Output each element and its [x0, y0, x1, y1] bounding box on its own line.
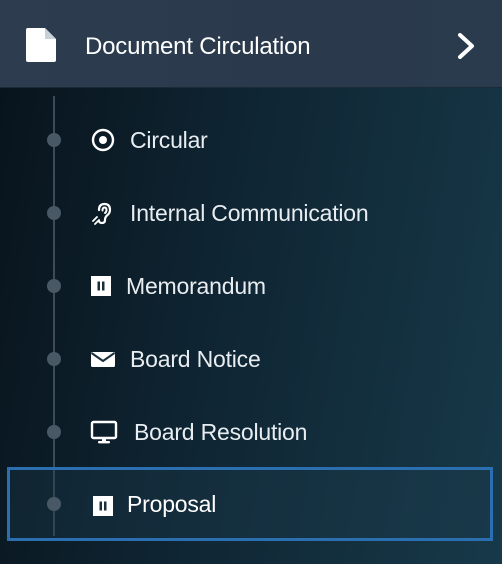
tree-node-dot [47, 497, 61, 511]
tree-node-dot [47, 133, 61, 147]
tree-node-dot [47, 352, 61, 366]
menu-item-label: Circular [130, 127, 208, 153]
tree-node-dot [47, 279, 61, 293]
menu-item-label: Internal Communication [130, 200, 369, 226]
section-title: Document Circulation [85, 33, 311, 60]
sidebar-menu: Document Circulation Circular Internal C… [0, 0, 502, 564]
monitor-icon [90, 420, 118, 444]
menu-item-label: Board Resolution [134, 419, 308, 445]
envelope-icon [90, 352, 116, 367]
radio-target-icon [91, 128, 115, 152]
menu-item-label: Proposal [127, 491, 217, 517]
menu-item-board-resolution[interactable]: Board Resolution [0, 401, 502, 461]
tree-node-dot [47, 206, 61, 220]
document-circulation-header[interactable]: Document Circulation [0, 0, 502, 88]
document-icon [26, 28, 56, 62]
hearing-icon [92, 202, 112, 225]
menu-item-proposal[interactable]: Proposal [7, 467, 493, 541]
pause-square-icon [91, 276, 111, 296]
chevron-right-icon[interactable] [455, 33, 477, 59]
pause-square-icon [93, 496, 113, 516]
menu-item-internal-communication[interactable]: Internal Communication [0, 182, 502, 242]
menu-item-memorandum[interactable]: Memorandum [0, 255, 502, 315]
menu-item-label: Memorandum [126, 273, 266, 299]
menu-item-label: Board Notice [130, 346, 261, 372]
menu-item-circular[interactable]: Circular [0, 109, 502, 169]
tree-node-dot [47, 425, 61, 439]
menu-item-board-notice[interactable]: Board Notice [0, 328, 502, 388]
